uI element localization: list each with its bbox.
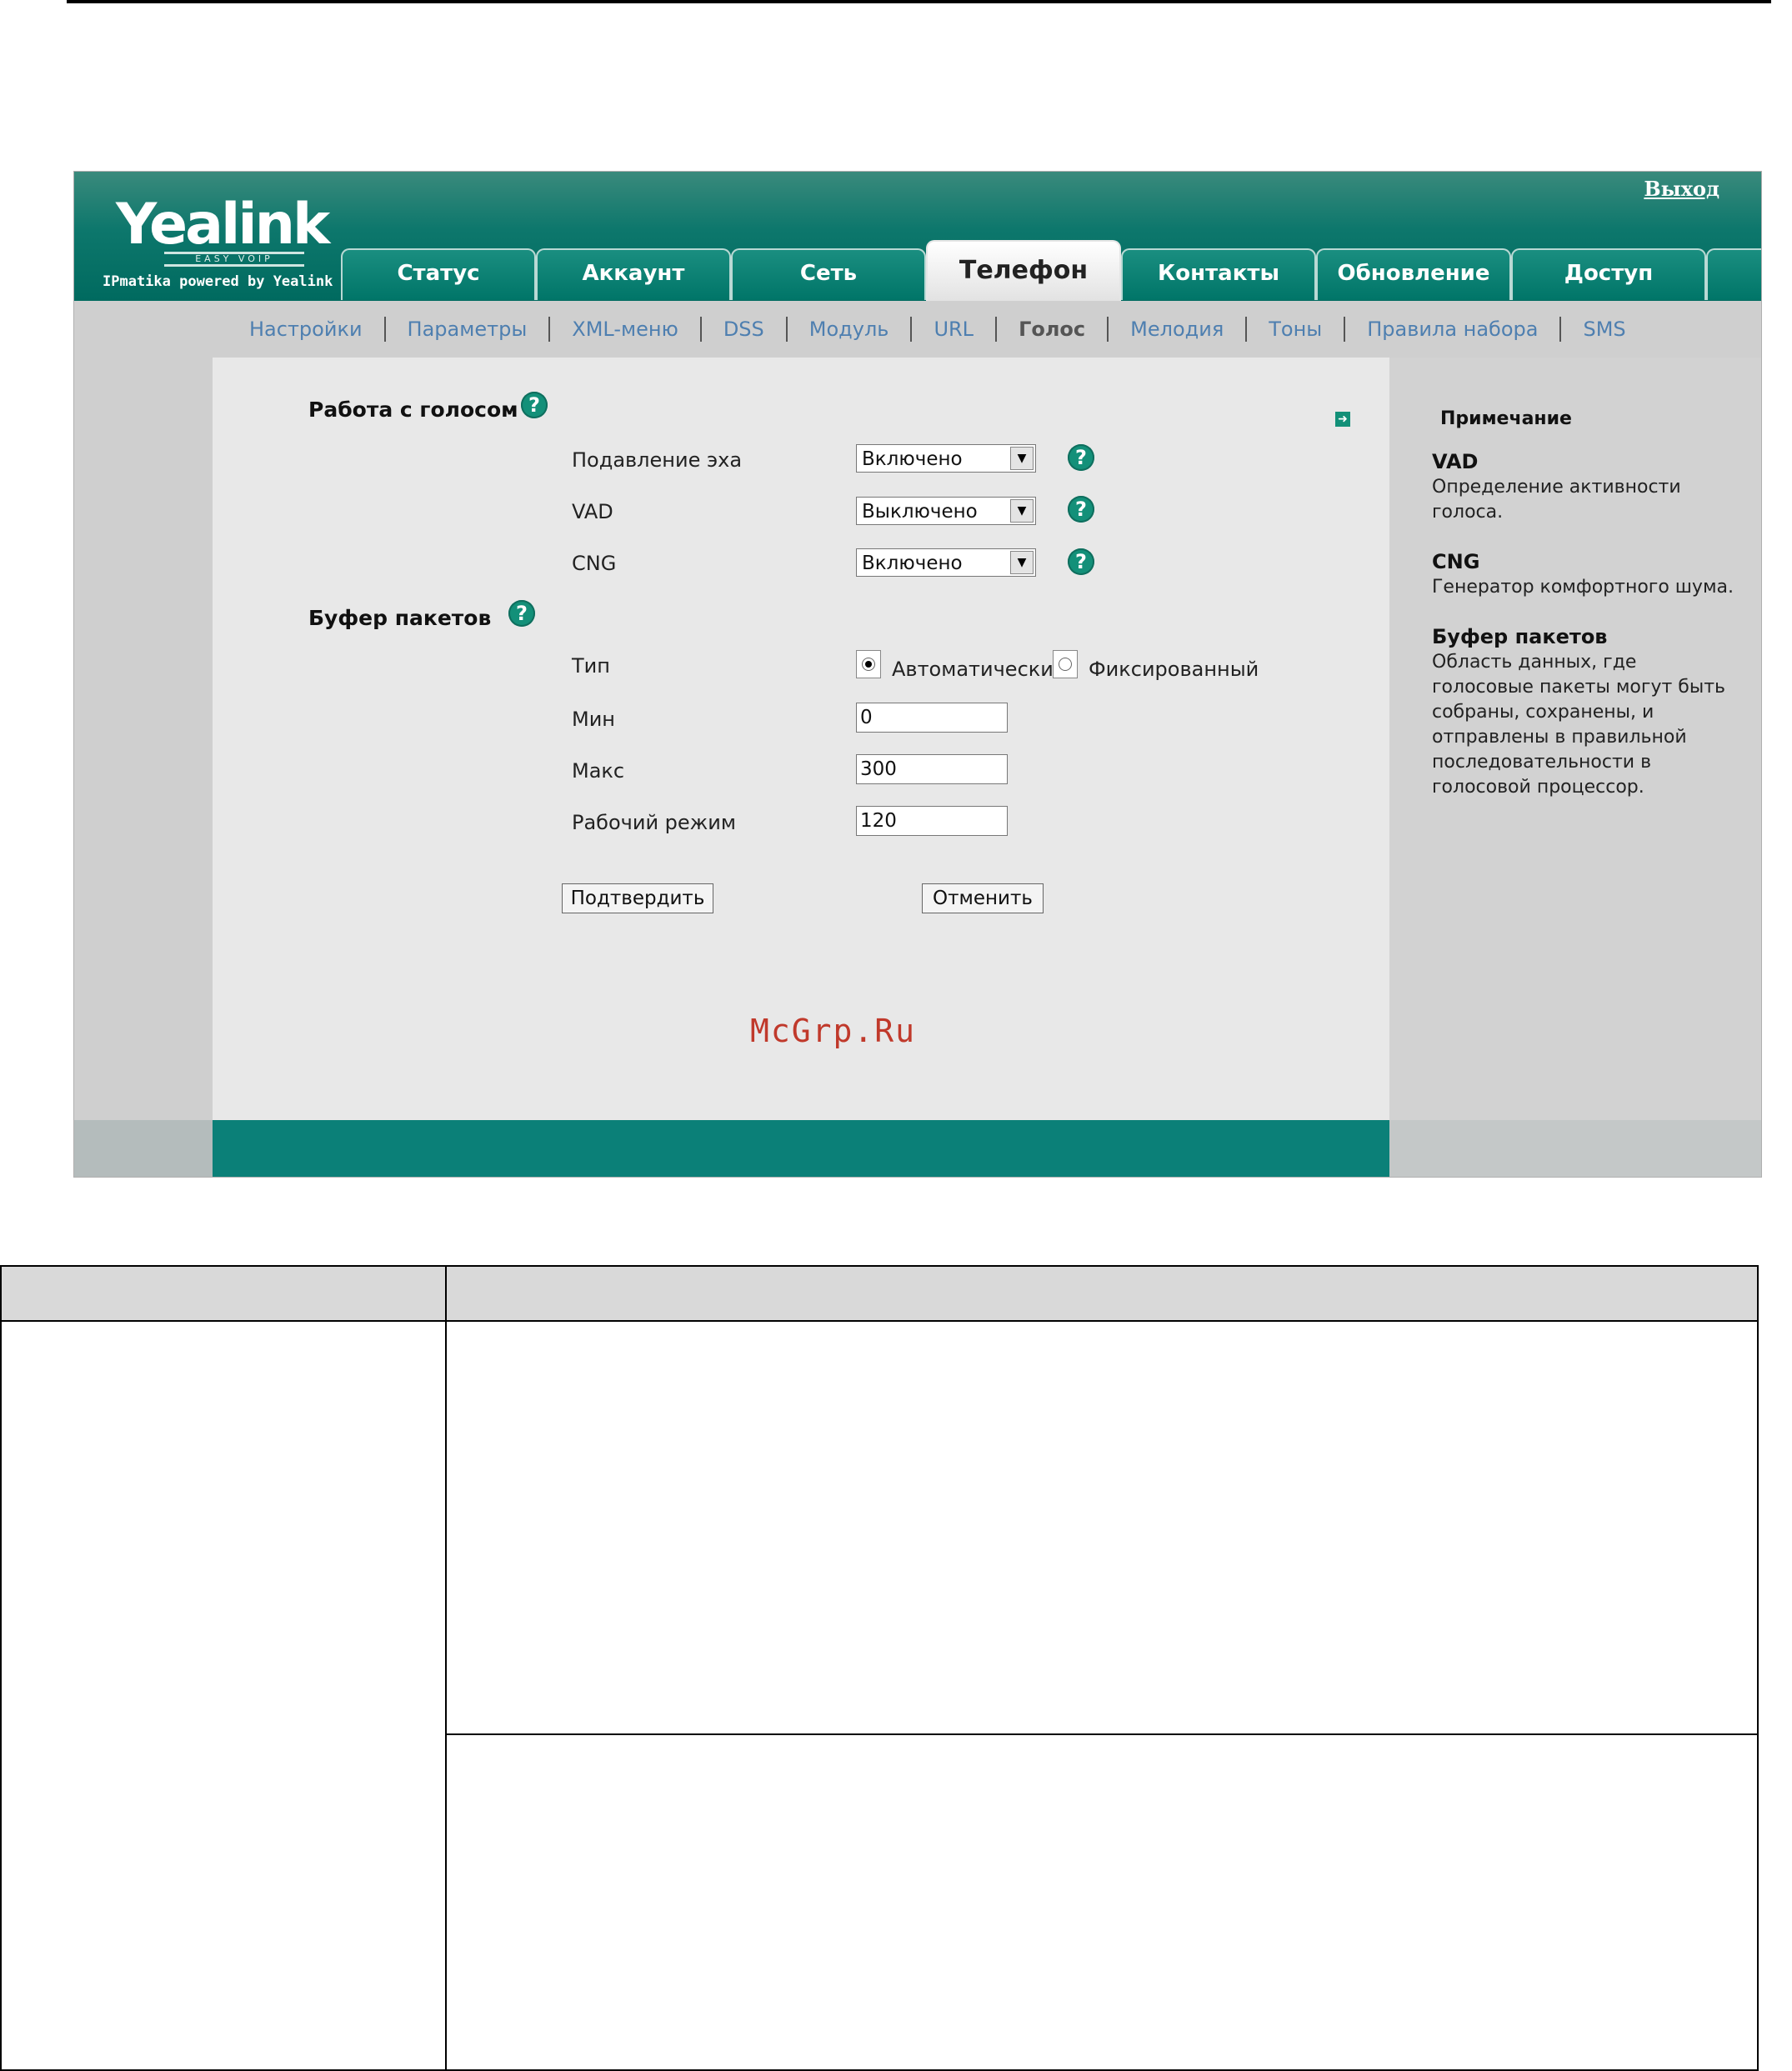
- document-table-header: [2, 1267, 1757, 1322]
- sub-navigation: Настройки Параметры XML-меню DSS Модуль …: [74, 301, 1761, 358]
- min-input[interactable]: 0: [856, 703, 1008, 733]
- tab-access[interactable]: Доступ: [1511, 248, 1706, 300]
- cng-label: CNG: [572, 552, 617, 575]
- tab-network[interactable]: Сеть: [731, 248, 926, 300]
- cng-select[interactable]: Включено ▼: [856, 548, 1036, 577]
- chevron-down-icon: ▼: [1010, 447, 1034, 470]
- tab-contacts[interactable]: Контакты: [1121, 248, 1316, 300]
- logo-tagline: IPmatika powered by Yealink: [103, 273, 333, 290]
- page-top-rule: [67, 0, 1771, 3]
- footer-left: [74, 1120, 213, 1177]
- subnav-url[interactable]: URL: [910, 317, 995, 342]
- voice-section-title: Работа с голосом: [308, 398, 518, 422]
- subnav-parameters[interactable]: Параметры: [383, 317, 549, 342]
- note-desc-vad: Определение активности голоса.: [1432, 477, 1681, 523]
- arrow-right-icon: ➜: [1335, 412, 1350, 427]
- buffer-type-label: Тип: [572, 654, 610, 678]
- help-icon[interactable]: ?: [1068, 548, 1094, 575]
- subnav-tones[interactable]: Тоны: [1245, 317, 1344, 342]
- tab-overflow: [1706, 248, 1761, 300]
- radio-fixed[interactable]: [1053, 650, 1078, 678]
- vad-select[interactable]: Выключено ▼: [856, 497, 1036, 525]
- tab-phone[interactable]: Телефон: [926, 240, 1121, 302]
- radio-auto[interactable]: [856, 650, 881, 678]
- subnav-ringtone[interactable]: Мелодия: [1107, 317, 1245, 342]
- work-mode-input[interactable]: 120: [856, 806, 1008, 836]
- echo-select[interactable]: Включено ▼: [856, 444, 1036, 473]
- max-label: Макс: [572, 759, 625, 783]
- settings-content: [213, 358, 1389, 1120]
- chevron-down-icon: ▼: [1010, 499, 1034, 523]
- radio-auto-label: Автоматический: [892, 658, 1067, 681]
- vad-select-value: Выключено: [862, 501, 978, 523]
- radio-fixed-label: Фиксированный: [1089, 658, 1259, 681]
- subnav-dss[interactable]: DSS: [699, 317, 786, 342]
- subnav-voice[interactable]: Голос: [995, 317, 1107, 342]
- vad-label: VAD: [572, 500, 613, 523]
- header-bar: Yealink EASY VOIP IPmatika powered by Ye…: [74, 172, 1761, 302]
- work-mode-label: Рабочий режим: [572, 811, 736, 834]
- buffer-section-title: Буфер пакетов: [308, 606, 492, 630]
- confirm-button[interactable]: Подтвердить: [562, 883, 713, 913]
- document-table-row-divider: [447, 1733, 1757, 1735]
- note-desc-cng: Генератор комфортного шума.: [1432, 577, 1734, 598]
- main-tabs: Статус Аккаунт Сеть Телефон Контакты Обн…: [341, 240, 1761, 302]
- subnav-module[interactable]: Модуль: [785, 317, 911, 342]
- subnav-dial-plan[interactable]: Правила набора: [1344, 317, 1559, 342]
- note-title: Примечание: [1440, 408, 1572, 429]
- min-label: Мин: [572, 708, 615, 731]
- subnav-settings[interactable]: Настройки: [249, 317, 384, 342]
- note-term-cng: CNG: [1432, 550, 1480, 573]
- note-desc-buffer: Область данных, где голосовые пакеты мог…: [1432, 652, 1725, 798]
- help-icon[interactable]: ?: [1068, 444, 1094, 471]
- chevron-down-icon: ▼: [1010, 551, 1034, 574]
- footer-right: [1389, 1120, 1761, 1177]
- tab-account[interactable]: Аккаунт: [536, 248, 731, 300]
- logout-link[interactable]: Выход: [1644, 177, 1719, 201]
- document-table: [0, 1265, 1759, 2071]
- note-term-buffer: Буфер пакетов: [1432, 625, 1608, 648]
- tab-status[interactable]: Статус: [341, 248, 536, 300]
- cancel-button[interactable]: Отменить: [922, 883, 1044, 913]
- echo-select-value: Включено: [862, 448, 963, 470]
- subnav-sms[interactable]: SMS: [1559, 317, 1647, 342]
- footer-bar: [213, 1120, 1389, 1177]
- echo-label: Подавление эха: [572, 448, 743, 472]
- tab-upgrade[interactable]: Обновление: [1316, 248, 1511, 300]
- help-icon[interactable]: ?: [1068, 496, 1094, 523]
- max-input[interactable]: 300: [856, 754, 1008, 784]
- logo: Yealink: [116, 192, 330, 258]
- help-icon[interactable]: ?: [521, 392, 548, 418]
- note-term-vad: VAD: [1432, 450, 1479, 473]
- help-icon[interactable]: ?: [508, 600, 535, 627]
- subnav-xml-menu[interactable]: XML-меню: [548, 317, 700, 342]
- document-table-divider: [445, 1267, 447, 2069]
- left-panel: [74, 358, 213, 1177]
- cng-select-value: Включено: [862, 553, 963, 574]
- watermark: McGrp.Ru: [750, 1013, 917, 1049]
- logo-subtitle: EASY VOIP: [164, 252, 304, 267]
